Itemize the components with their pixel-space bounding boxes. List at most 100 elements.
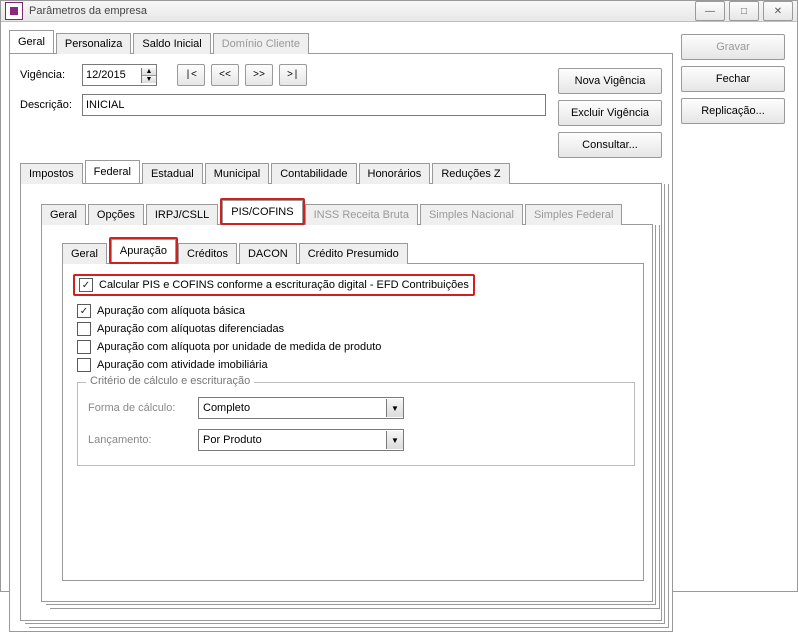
tab-label: Crédito Presumido [308, 248, 399, 260]
vigencia-spinner[interactable]: ▲▼ [82, 64, 157, 86]
tab-label: IRPJ/CSLL [155, 209, 209, 221]
window-title: Parâmetros da empresa [29, 5, 147, 17]
close-icon: ✕ [774, 6, 782, 17]
excluir-vigencia-button[interactable]: Excluir Vigência [558, 100, 662, 126]
descricao-input[interactable] [82, 94, 546, 116]
nav-prev-icon: << [219, 70, 231, 81]
tab-label: Domínio Cliente [222, 38, 300, 50]
tab-dominio-cliente: Domínio Cliente [213, 33, 309, 54]
select-value: Completo [203, 402, 250, 414]
pis-cofins-panel: Geral Apuração Créditos DACON Crédito Pr… [41, 225, 653, 602]
tab-geral[interactable]: Geral [9, 30, 54, 53]
vigencia-input[interactable] [83, 66, 141, 84]
chevron-down-icon: ▼ [386, 431, 403, 449]
tab-fed-opcoes[interactable]: Opções [88, 204, 144, 225]
descricao-label: Descrição: [20, 99, 76, 111]
lancamento-select[interactable]: Por Produto ▼ [198, 429, 404, 451]
action-buttons: Gravar Fechar Replicação... [681, 30, 785, 632]
tab-federal[interactable]: Federal [85, 160, 140, 183]
button-label: Nova Vigência [575, 75, 646, 87]
tab-label: Geral [50, 209, 77, 221]
nav-prev-button[interactable]: << [211, 64, 239, 86]
tab-fed-irpj[interactable]: IRPJ/CSLL [146, 204, 218, 225]
tab-impostos[interactable]: Impostos [20, 163, 83, 184]
fechar-button[interactable]: Fechar [681, 66, 785, 92]
button-label: Excluir Vigência [571, 107, 649, 119]
tab-municipal[interactable]: Municipal [205, 163, 269, 184]
tab-personaliza[interactable]: Personaliza [56, 33, 131, 54]
tab-fed-simples-federal: Simples Federal [525, 204, 622, 225]
federal-subtabs: Geral Opções IRPJ/CSLL PIS/COFINS INSS R… [41, 198, 653, 225]
nav-last-button[interactable]: >| [279, 64, 307, 86]
maximize-icon: □ [741, 6, 747, 17]
minimize-icon: — [705, 6, 715, 17]
tab-label: Geral [18, 36, 45, 48]
lancamento-label: Lançamento: [88, 434, 184, 446]
vigencia-label: Vigência: [20, 69, 76, 81]
group-title: Critério de cálculo e escrituração [86, 375, 254, 387]
lancamento-row: Lançamento: Por Produto ▼ [88, 429, 624, 451]
tab-pis-creditos[interactable]: Créditos [178, 243, 237, 264]
tab-label: Municipal [214, 168, 260, 180]
tab-label: Federal [94, 166, 131, 178]
tab-label: Honorários [368, 168, 422, 180]
tab-label: Personaliza [65, 38, 122, 50]
select-value: Por Produto [203, 434, 262, 446]
tab-label: Contabilidade [280, 168, 347, 180]
descricao-row: Descrição: [20, 94, 546, 116]
tab-fed-geral[interactable]: Geral [41, 204, 86, 225]
vigencia-row: Vigência: ▲▼ |< << >> >| [20, 64, 546, 86]
tab-honorarios[interactable]: Honorários [359, 163, 431, 184]
tab-pis-apuracao[interactable]: Apuração [111, 239, 176, 262]
app-icon [5, 2, 23, 20]
spin-down-icon[interactable]: ▼ [142, 76, 156, 83]
client-area: Geral Personaliza Saldo Inicial Domínio … [1, 22, 797, 640]
nav-next-icon: >> [253, 70, 265, 81]
tab-fed-pis-cofins[interactable]: PIS/COFINS [222, 200, 302, 223]
tab-label: Geral [71, 248, 98, 260]
tab-estadual[interactable]: Estadual [142, 163, 203, 184]
nav-next-button[interactable]: >> [245, 64, 273, 86]
tab-pis-credito-presumido[interactable]: Crédito Presumido [299, 243, 408, 264]
nova-vigencia-button[interactable]: Nova Vigência [558, 68, 662, 94]
forma-calculo-label: Forma de cálculo: [88, 402, 184, 414]
button-label: Replicação... [701, 105, 765, 117]
titlebar: Parâmetros da empresa — □ ✕ [1, 1, 797, 22]
vigencia-buttons: Nova Vigência Excluir Vigência Consultar… [558, 64, 662, 158]
tab-pis-dacon[interactable]: DACON [239, 243, 297, 264]
close-button[interactable]: ✕ [763, 1, 793, 21]
spinner-arrows[interactable]: ▲▼ [141, 68, 156, 83]
nav-first-button[interactable]: |< [177, 64, 205, 86]
tab-pis-geral[interactable]: Geral [62, 243, 107, 264]
tab-fed-inss: INSS Receita Bruta [305, 204, 418, 225]
tab-fed-simples-nacional: Simples Nacional [420, 204, 523, 225]
tab-label: PIS/COFINS [231, 206, 293, 218]
spin-up-icon[interactable]: ▲ [142, 68, 156, 76]
main-panel: Geral Personaliza Saldo Inicial Domínio … [9, 30, 673, 632]
gravar-button[interactable]: Gravar [681, 34, 785, 60]
button-label: Fechar [716, 73, 750, 85]
tab-saldo-inicial[interactable]: Saldo Inicial [133, 33, 210, 54]
forma-calculo-select[interactable]: Completo ▼ [198, 397, 404, 419]
button-label: Gravar [716, 41, 750, 53]
tab-label: Simples Federal [534, 209, 613, 221]
app-window: Parâmetros da empresa — □ ✕ Geral Person… [0, 0, 798, 592]
tab-label: INSS Receita Bruta [314, 209, 409, 221]
forma-calculo-row: Forma de cálculo: Completo ▼ [88, 397, 624, 419]
nav-first-icon: |< [185, 70, 197, 81]
tab-label: Apuração [120, 245, 167, 257]
tab-label: Saldo Inicial [142, 38, 201, 50]
minimize-button[interactable]: — [695, 1, 725, 21]
maximize-button[interactable]: □ [729, 1, 759, 21]
top-tab-body: Vigência: ▲▼ |< << >> >| D [9, 54, 673, 632]
tab-label: Estadual [151, 168, 194, 180]
piscofins-subtabs: Geral Apuração Créditos DACON Crédito Pr… [62, 237, 644, 264]
tab-label: DACON [248, 248, 288, 260]
consultar-button[interactable]: Consultar... [558, 132, 662, 158]
chevron-down-icon: ▼ [386, 399, 403, 417]
tab-reducoes-z[interactable]: Reduções Z [432, 163, 509, 184]
replicacao-button[interactable]: Replicação... [681, 98, 785, 124]
tab-label: Créditos [187, 248, 228, 260]
tab-contabilidade[interactable]: Contabilidade [271, 163, 356, 184]
group-criterio: Critério de cálculo e escrituração Forma… [77, 382, 635, 466]
